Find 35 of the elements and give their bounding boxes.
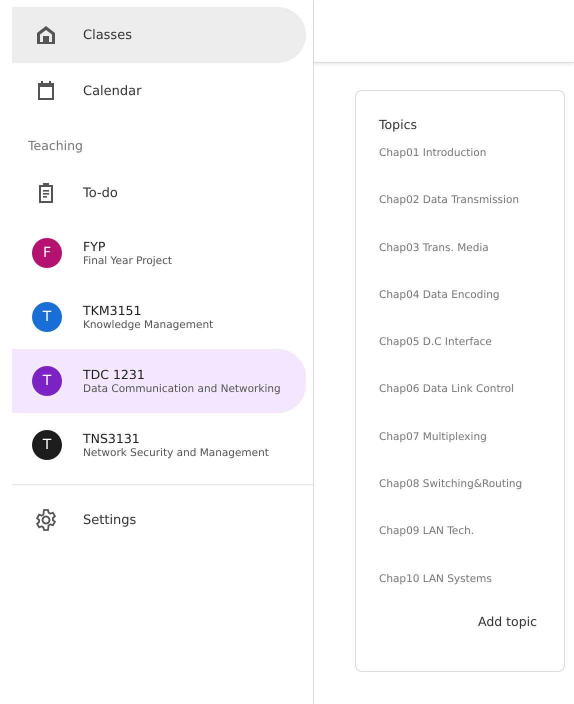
topic-link[interactable]: Chap04 Data Encoding — [379, 278, 564, 326]
topic-link[interactable]: Chap09 LAN Tech. — [379, 515, 564, 563]
nav-item[interactable]: Classes — [12, 7, 306, 63]
topic-link[interactable]: Chap01 Introduction — [379, 137, 564, 184]
settings-icon — [34, 508, 58, 532]
class-title: FYP — [83, 239, 106, 254]
class-title: TNS3131 — [83, 431, 141, 446]
class-subtitle: Knowledge Management — [83, 319, 214, 331]
topics-title: Topics — [379, 117, 418, 134]
nav-item[interactable]: Settings — [12, 492, 306, 548]
class-avatar: T — [32, 302, 62, 332]
topic-link[interactable]: Chap02 Data Transmission — [379, 184, 564, 232]
nav-item[interactable]: Calendar — [12, 63, 306, 119]
class-item[interactable]: T TNS3131 Network Security and Management — [12, 413, 306, 477]
add-topic-button[interactable]: Add topic — [478, 610, 537, 633]
nav-item[interactable]: To-do — [12, 165, 306, 221]
topic-link[interactable]: Chap03 Trans. Media — [379, 232, 564, 279]
class-subtitle: Data Communication and Networking — [83, 383, 281, 395]
class-item[interactable]: T TKM3151 Knowledge Management — [12, 285, 306, 349]
class-avatar: T — [32, 430, 62, 460]
class-subtitle: Final Year Project — [83, 255, 172, 267]
class-title: TDC 1231 — [83, 367, 146, 382]
class-title: TKM3151 — [83, 303, 142, 318]
home-icon — [34, 23, 58, 47]
class-avatar: F — [32, 238, 62, 268]
topic-link[interactable]: Chap07 Multiplexing — [379, 420, 564, 468]
class-subtitle: Network Security and Management — [83, 447, 269, 459]
class-item[interactable]: T TDC 1231 Data Communication and Networking — [12, 349, 306, 413]
topic-link[interactable]: Chap08 Switching&Routing — [379, 468, 564, 516]
class-avatar: T — [32, 366, 62, 396]
topic-link[interactable]: Chap06 Data Link Control — [379, 373, 564, 421]
topic-link[interactable]: Chap05 D.C Interface — [379, 326, 564, 374]
class-item[interactable]: F FYP Final Year Project — [12, 221, 306, 285]
section-label: Teaching — [28, 136, 84, 155]
topic-link[interactable]: Chap10 LAN Systems — [379, 562, 564, 610]
